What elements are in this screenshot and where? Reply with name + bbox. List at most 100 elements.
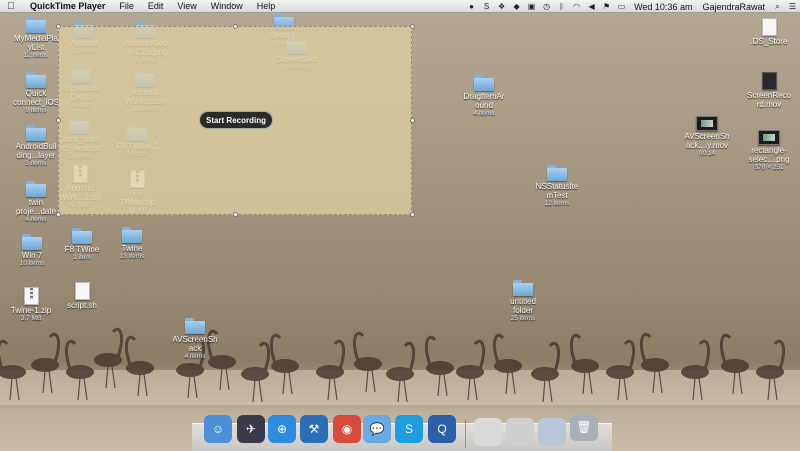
flamingo-neck bbox=[424, 335, 437, 366]
icon-label: ScreenReco bbox=[746, 91, 792, 100]
icon-info: 25 items bbox=[510, 315, 536, 322]
menu-extra-icon[interactable]: ▣ bbox=[524, 0, 539, 13]
icon-label: script.sh bbox=[67, 301, 97, 310]
volume-icon[interactable]: ◀ bbox=[584, 0, 599, 13]
desktop-icon[interactable]: DragItemAr ound 4 items bbox=[453, 75, 515, 118]
dock-documents-icon[interactable] bbox=[506, 418, 534, 446]
folder-icon bbox=[22, 234, 42, 250]
icon-info: 4 items bbox=[25, 216, 47, 223]
icon-label: rectangle- bbox=[751, 146, 787, 155]
icon-info: 378 × 251 bbox=[754, 164, 784, 171]
dock-chrome-icon[interactable]: ◉ bbox=[333, 415, 361, 443]
skype-status-icon[interactable]: S bbox=[479, 0, 494, 13]
resize-handle-top[interactable] bbox=[233, 24, 238, 29]
menu-view[interactable]: View bbox=[170, 0, 203, 13]
folder-icon bbox=[26, 17, 46, 33]
menu-bar:  QuickTime Player File Edit View Window… bbox=[0, 0, 800, 13]
desktop-icon[interactable]: NSStatusIte mTest 12 items bbox=[526, 165, 588, 208]
desktop-icon[interactable]: ScreenReco rd.mov bbox=[738, 72, 800, 109]
dock-safari-icon[interactable]: ⊕ bbox=[268, 415, 296, 443]
flamingo-neck bbox=[639, 332, 652, 363]
folder-icon bbox=[26, 125, 46, 141]
resize-handle-bottom-right[interactable] bbox=[410, 212, 415, 217]
desktop-icon[interactable]: untitled folder 25 items bbox=[492, 280, 554, 323]
icon-label-line2: ack bbox=[188, 344, 202, 353]
spotlight-search-icon[interactable]: ⌕ bbox=[770, 0, 785, 13]
icon-label: NSStatusIte bbox=[535, 182, 579, 191]
icon-label: .DS_Store bbox=[750, 37, 788, 46]
desktop-icon[interactable]: .DS_Store bbox=[738, 18, 800, 46]
notification-center-icon[interactable]: ☰ bbox=[785, 0, 800, 13]
menu-help[interactable]: Help bbox=[250, 0, 283, 13]
bluetooth-icon[interactable]: ᛒ bbox=[554, 0, 569, 13]
document-icon bbox=[761, 18, 777, 36]
dock-separator bbox=[465, 420, 466, 448]
flamingo-neck bbox=[569, 333, 582, 364]
menu-edit[interactable]: Edit bbox=[141, 0, 171, 13]
flamingo-neck bbox=[698, 339, 711, 370]
flamingo-neck bbox=[48, 332, 61, 363]
folder-icon bbox=[26, 181, 46, 197]
folder-icon bbox=[185, 318, 205, 334]
desktop-icon[interactable]: AVScreenSh ack 4 items bbox=[164, 318, 226, 361]
dock-launchpad-icon[interactable]: ✈ bbox=[237, 415, 265, 443]
start-recording-button[interactable]: Start Recording bbox=[199, 111, 273, 129]
dock-trash-icon[interactable]: 🗑 bbox=[570, 413, 598, 441]
dock-applications-icon[interactable] bbox=[538, 418, 566, 446]
dock-finder-icon[interactable]: ☺ bbox=[204, 415, 232, 443]
icon-label-line2: folder bbox=[512, 306, 533, 315]
dropbox-status-icon[interactable]: ◆ bbox=[509, 0, 524, 13]
evernote-status-icon[interactable]: ❖ bbox=[494, 0, 509, 13]
flamingo-neck bbox=[64, 339, 77, 370]
resize-handle-left[interactable] bbox=[56, 118, 61, 123]
resize-handle-bottom[interactable] bbox=[233, 212, 238, 217]
icon-info: 4 items bbox=[473, 110, 495, 117]
resize-handle-top-right[interactable] bbox=[410, 24, 415, 29]
icon-label: DragItemAr bbox=[463, 92, 505, 101]
desktop-icon[interactable]: rectangle-selec....png 378 × 251 bbox=[738, 130, 800, 172]
flamingo-neck bbox=[473, 339, 486, 370]
dock-messages-icon[interactable]: 💬 bbox=[363, 415, 391, 443]
flamingo-neck bbox=[269, 333, 282, 364]
battery-icon[interactable]: ▭ bbox=[614, 0, 629, 13]
folder-icon bbox=[122, 227, 142, 243]
icon-label: Twine bbox=[121, 244, 143, 253]
menu-user-name[interactable]: GajendraRawat bbox=[697, 2, 770, 12]
flag-icon[interactable]: ⚑ bbox=[599, 0, 614, 13]
icon-label: untitled bbox=[510, 297, 536, 306]
flamingo-neck bbox=[352, 331, 365, 362]
apple-menu-icon[interactable]:  bbox=[0, 1, 22, 12]
icon-label: AVScreenSh bbox=[172, 335, 218, 344]
flamingo-neck bbox=[403, 341, 416, 372]
desktop-icon[interactable]: AVScreenSh ack....y.mov 00:14 bbox=[676, 116, 738, 158]
resize-handle-right[interactable] bbox=[410, 118, 415, 123]
desktop-icon[interactable]: Twine 13 items bbox=[101, 227, 163, 261]
resize-handle-bottom-left[interactable] bbox=[56, 212, 61, 217]
icon-label-line2: rd.mov bbox=[756, 100, 782, 109]
folder-icon bbox=[513, 280, 533, 296]
dock-quicktime-player-icon[interactable]: Q bbox=[428, 415, 456, 443]
icon-info: 3.7 MB bbox=[20, 315, 42, 322]
document-icon bbox=[761, 72, 777, 90]
icon-info: 4 items bbox=[184, 353, 206, 360]
record-status-icon[interactable]: ● bbox=[464, 0, 479, 13]
movie-file-icon bbox=[696, 116, 718, 131]
flamingo-neck bbox=[111, 327, 124, 358]
menu-window[interactable]: Window bbox=[204, 0, 250, 13]
resize-handle-top-left[interactable] bbox=[56, 24, 61, 29]
dock-xcode-icon[interactable]: ⚒ bbox=[300, 415, 328, 443]
wifi-icon[interactable]: ◠ bbox=[569, 0, 584, 13]
flamingo-neck bbox=[623, 339, 636, 370]
menu-app-name[interactable]: QuickTime Player bbox=[22, 0, 112, 13]
dock-downloads-icon[interactable] bbox=[474, 418, 502, 446]
dock-skype-icon[interactable]: S bbox=[395, 415, 423, 443]
zip-file-icon bbox=[23, 287, 39, 305]
icon-label: AVScreenSh bbox=[684, 132, 730, 141]
flamingo-neck bbox=[124, 335, 137, 366]
document-icon bbox=[74, 282, 90, 300]
menu-clock[interactable]: Wed 10:36 am bbox=[629, 2, 697, 12]
desktop-icon[interactable]: script.sh bbox=[51, 282, 113, 310]
menu-file[interactable]: File bbox=[112, 0, 141, 13]
time-machine-icon[interactable]: ◷ bbox=[539, 0, 554, 13]
icon-label-line2: ack....y.mov bbox=[685, 141, 729, 150]
